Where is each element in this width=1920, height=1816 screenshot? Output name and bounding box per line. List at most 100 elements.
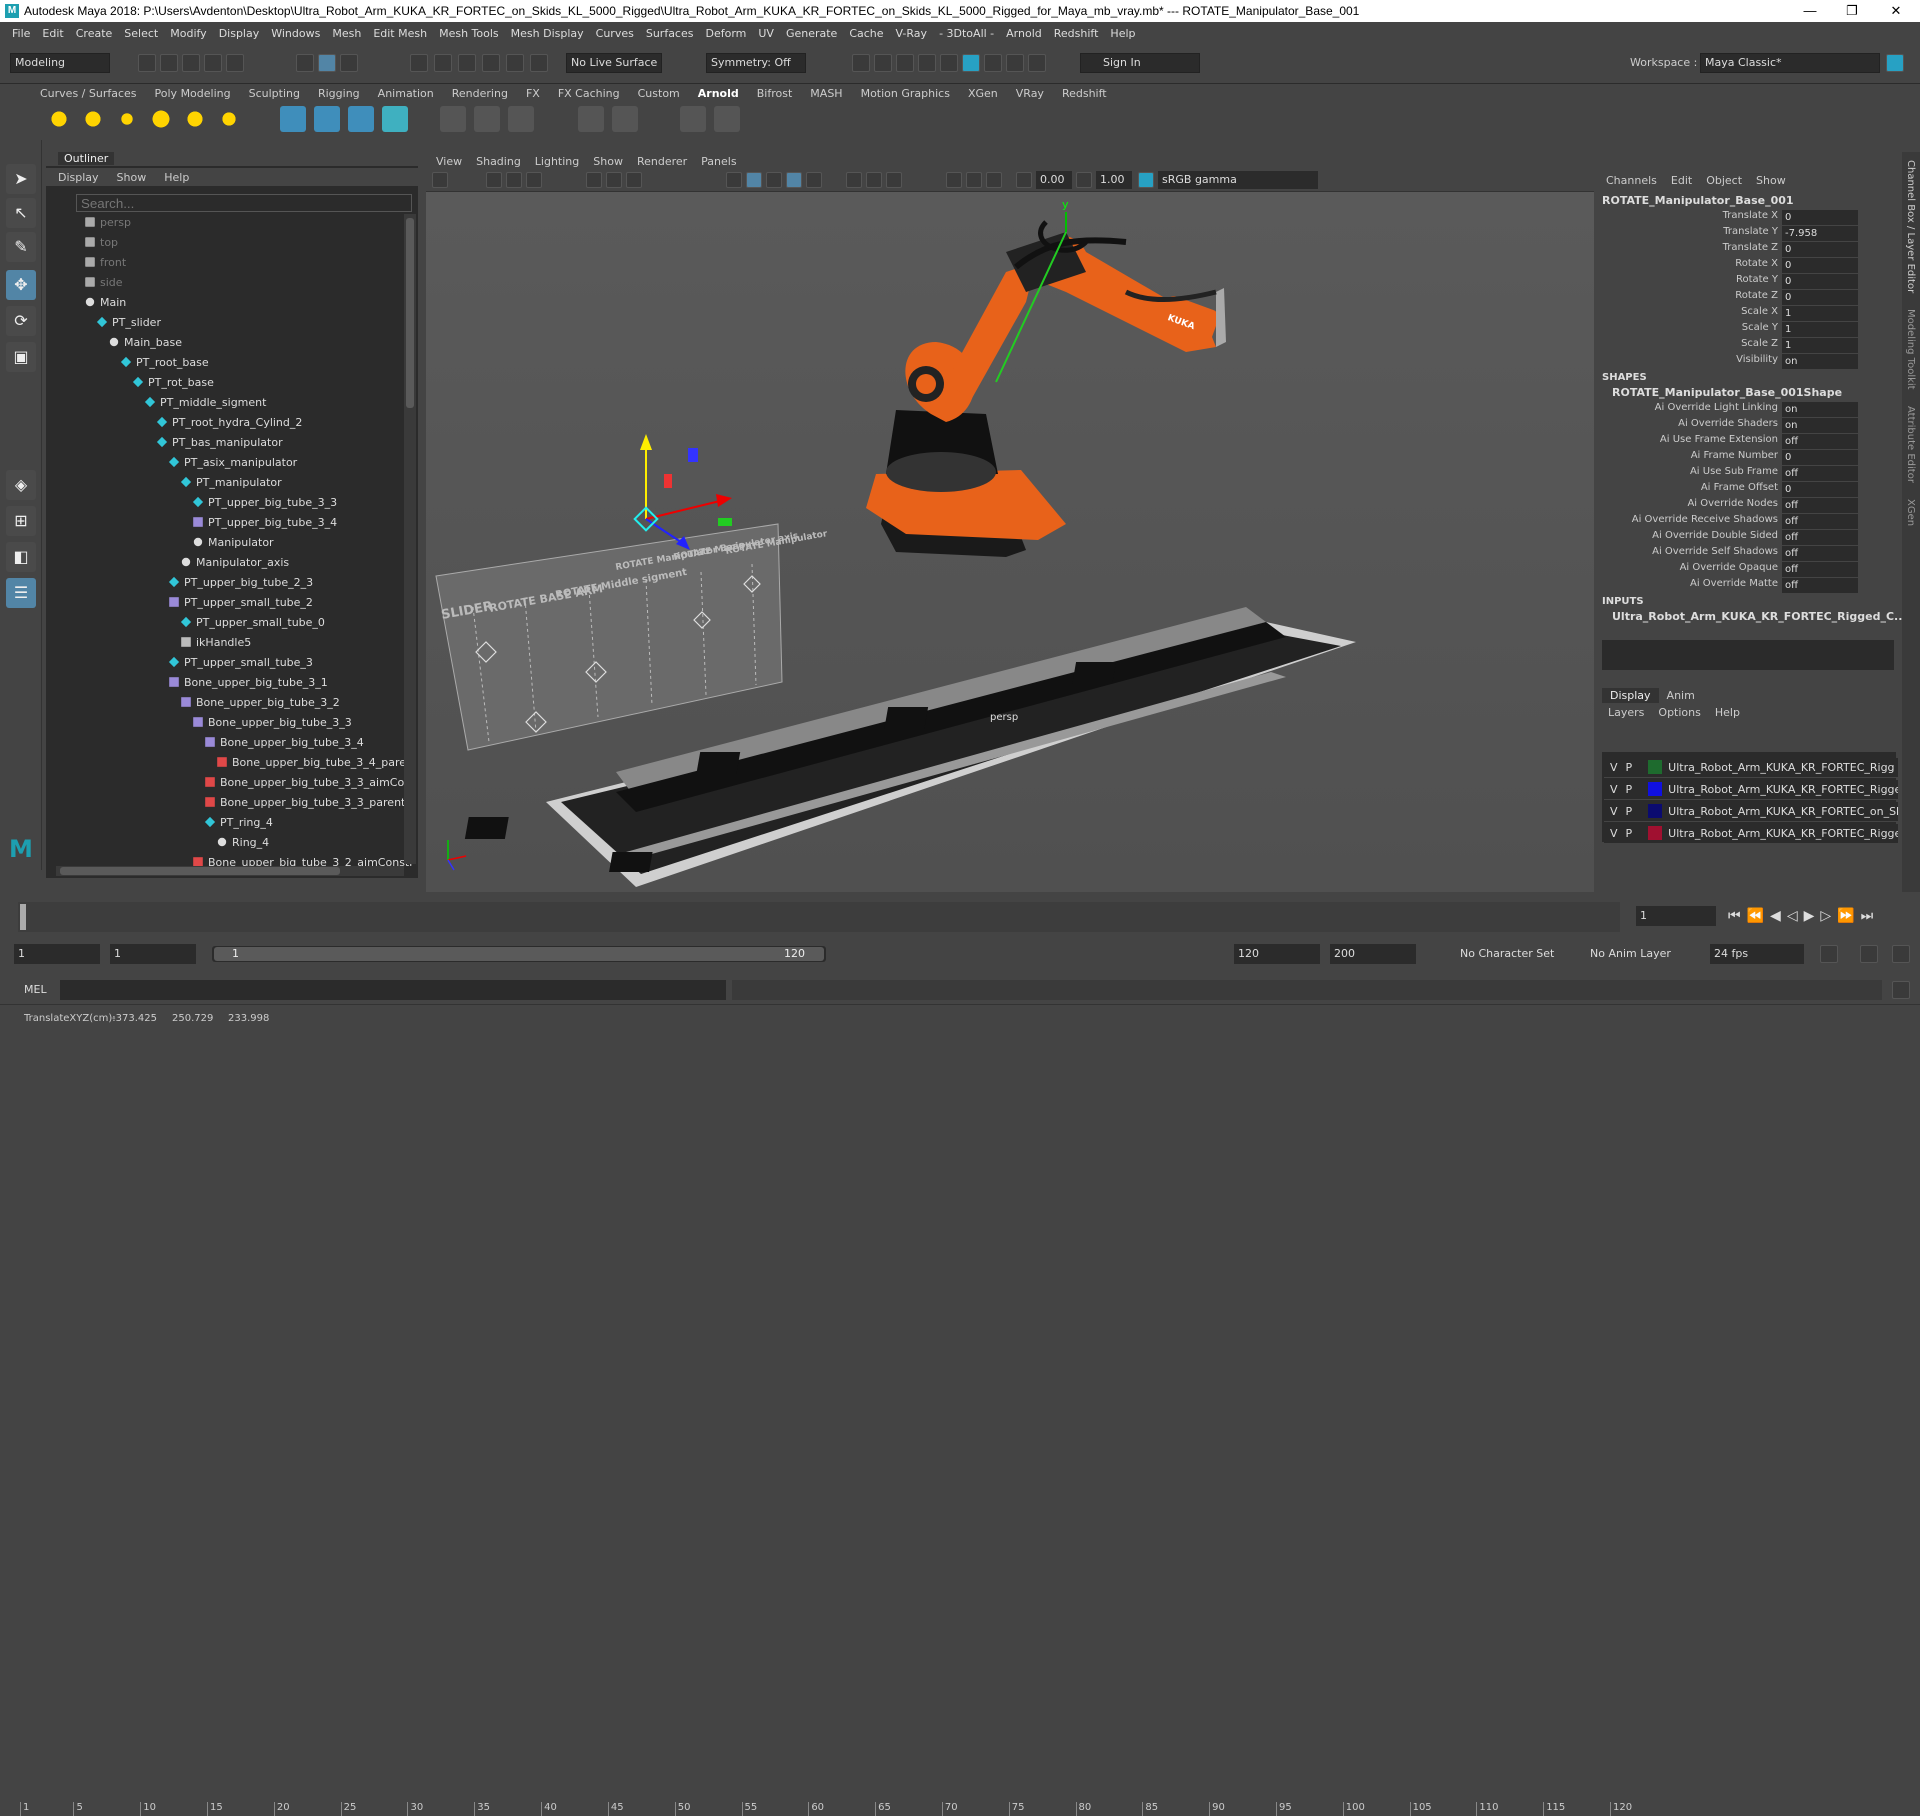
display-layer-row[interactable]: V P Ultra_Robot_Arm_KUKA_KR_FORTEC_Rigg xyxy=(1604,758,1898,778)
layer-tab-anim[interactable]: Anim xyxy=(1659,688,1703,703)
layer-tab-display[interactable]: Display xyxy=(1602,688,1659,703)
shelf-tab-sculpting[interactable]: Sculpting xyxy=(249,87,300,100)
menu-generate[interactable]: Generate xyxy=(786,27,837,40)
outliner-item[interactable]: top xyxy=(84,234,118,252)
ambient-occlusion-icon[interactable] xyxy=(866,172,882,188)
vp-menu-renderer[interactable]: Renderer xyxy=(637,155,687,168)
menu-mesh[interactable]: Mesh xyxy=(332,27,361,40)
step-back-frame-icon[interactable]: ◀ xyxy=(1770,908,1787,924)
shelf-tab-custom[interactable]: Custom xyxy=(638,87,680,100)
wireframe-on-shaded-icon[interactable] xyxy=(766,172,782,188)
arnold-physical-sky-icon[interactable] xyxy=(216,106,242,132)
arnold-render-view-icon[interactable] xyxy=(680,106,706,132)
arnold-shader-icon[interactable] xyxy=(612,106,638,132)
vray-settings-icon[interactable] xyxy=(1006,54,1024,72)
channel-value[interactable]: off xyxy=(1782,514,1858,529)
shelf-tab-xgen[interactable]: XGen xyxy=(968,87,998,100)
display-layer-row[interactable]: V P Ultra_Robot_Arm_KUKA_KR_FORTEC_Rigged_… xyxy=(1604,780,1898,800)
scale-tool-icon[interactable]: ▣ xyxy=(6,342,36,372)
layer-visibility-toggle[interactable]: V xyxy=(1610,805,1618,818)
channel-value[interactable]: 0 xyxy=(1782,258,1858,273)
side-tab-modeling-toolkit[interactable]: Modeling Toolkit xyxy=(1905,309,1916,390)
outliner-item[interactable]: Manipulator_axis xyxy=(180,554,289,572)
channel-value[interactable]: 0 xyxy=(1782,290,1858,305)
cmd-language[interactable]: MEL xyxy=(24,983,47,996)
time-slider-track[interactable] xyxy=(18,902,1620,932)
isolate-select-icon[interactable] xyxy=(946,172,962,188)
outliner-item[interactable]: PT_middle_sigment xyxy=(144,394,266,412)
snap-view-icon[interactable] xyxy=(530,54,548,72)
channel-value[interactable]: 1 xyxy=(1782,306,1858,321)
menu-3dtoall[interactable]: - 3DtoAll - xyxy=(939,27,994,40)
viewport-persp[interactable]: SLIDER ROTATE BASE ARM ROTATE Middle sig… xyxy=(426,152,1594,892)
layer-playback-toggle[interactable]: P xyxy=(1626,805,1633,818)
outliner-item[interactable]: front xyxy=(84,254,126,272)
play-forward-icon[interactable]: ▶ xyxy=(1804,908,1821,924)
outliner-item[interactable]: Bone_upper_big_tube_3_2 xyxy=(180,694,340,712)
outliner-item[interactable]: Ring_4 xyxy=(216,834,269,852)
textured-icon[interactable] xyxy=(786,172,802,188)
shelf-tab-poly[interactable]: Poly Modeling xyxy=(155,87,231,100)
channel-value[interactable]: 0 xyxy=(1782,274,1858,289)
channel-value[interactable]: 1 xyxy=(1782,322,1858,337)
channel-label[interactable]: Scale Z xyxy=(1741,338,1778,349)
gamma-icon[interactable] xyxy=(1076,172,1092,188)
outliner-item[interactable]: PT_upper_small_tube_3 xyxy=(168,654,313,672)
anim-prefs-icon[interactable] xyxy=(1892,945,1910,963)
display-layer-row[interactable]: V P Ultra_Robot_Arm_KUKA_KR_FORTEC_Rigged xyxy=(1604,824,1898,844)
arnold-volume-icon[interactable] xyxy=(314,106,340,132)
arnold-mesh-light-icon[interactable] xyxy=(182,106,208,132)
cb-menu-edit[interactable]: Edit xyxy=(1671,174,1692,187)
shape-name[interactable]: ROTATE_Manipulator_Base_001Shape xyxy=(1612,386,1842,399)
outliner-menu-display[interactable]: Display xyxy=(58,171,99,184)
outliner-item[interactable]: ikHandle5 xyxy=(180,634,251,652)
channel-label[interactable]: Ai Override Nodes xyxy=(1687,498,1778,509)
channel-label[interactable]: Rotate Z xyxy=(1735,290,1778,301)
outliner-item[interactable]: PT_manipulator xyxy=(180,474,282,492)
shelf-tab-animation[interactable]: Animation xyxy=(378,87,434,100)
side-tab-attribute-editor[interactable]: Attribute Editor xyxy=(1905,406,1916,483)
menu-redshift[interactable]: Redshift xyxy=(1054,27,1099,40)
layer-color-swatch[interactable] xyxy=(1648,804,1663,818)
layer-playback-toggle[interactable]: P xyxy=(1626,761,1633,774)
channel-label[interactable]: Rotate X xyxy=(1735,258,1778,269)
shelf-tab-rendering[interactable]: Rendering xyxy=(452,87,508,100)
outliner-layout-icon[interactable]: ☰ xyxy=(6,578,36,608)
channel-row[interactable]: Ai Override Receive Shadows off xyxy=(1598,514,1900,530)
hypershade-icon[interactable] xyxy=(940,54,958,72)
current-time-indicator[interactable] xyxy=(20,904,26,930)
select-camera-icon[interactable] xyxy=(432,172,448,188)
workspace-dropdown[interactable]: Maya Classic* xyxy=(1700,53,1880,73)
menu-cache[interactable]: Cache xyxy=(849,27,883,40)
start-time-field[interactable]: 1 xyxy=(14,944,100,964)
menu-mesh-display[interactable]: Mesh Display xyxy=(511,27,584,40)
live-surface-field[interactable]: No Live Surface xyxy=(566,53,662,73)
layer-name[interactable]: Ultra_Robot_Arm_KUKA_KR_FORTEC_on_Skids_ xyxy=(1668,805,1898,818)
vp-menu-show[interactable]: Show xyxy=(593,155,623,168)
shelf-tab-bifrost[interactable]: Bifrost xyxy=(757,87,793,100)
color-space-dropdown[interactable]: sRGB gamma xyxy=(1158,171,1318,189)
arnold-skydome-icon[interactable] xyxy=(148,106,174,132)
outliner-item[interactable]: PT_upper_small_tube_0 xyxy=(180,614,325,632)
outliner-item[interactable]: Bone_upper_big_tube_3_4_parer xyxy=(216,754,411,772)
channel-value[interactable]: on xyxy=(1782,418,1858,433)
menu-select[interactable]: Select xyxy=(124,27,158,40)
channel-row[interactable]: Ai Override Light Linking on xyxy=(1598,402,1900,418)
arnold-license-icon[interactable] xyxy=(508,106,534,132)
layer-visibility-toggle[interactable]: V xyxy=(1610,783,1618,796)
channel-row[interactable]: Translate Y -7.958 xyxy=(1598,226,1900,242)
arnold-export-icon[interactable] xyxy=(382,106,408,132)
new-scene-icon[interactable] xyxy=(138,54,156,72)
channel-row[interactable]: Ai Override Self Shadows off xyxy=(1598,546,1900,562)
channel-label[interactable]: Ai Frame Offset xyxy=(1701,482,1778,493)
side-tab-channel-box[interactable]: Channel Box / Layer Editor xyxy=(1905,160,1916,293)
outliner-h-scrollbar[interactable] xyxy=(56,866,404,876)
menu-modify[interactable]: Modify xyxy=(170,27,206,40)
channel-label[interactable]: Translate Y xyxy=(1723,226,1778,237)
move-tool-icon[interactable]: ✥ xyxy=(6,270,36,300)
channel-label[interactable]: Scale X xyxy=(1741,306,1778,317)
channel-row[interactable]: Visibility on xyxy=(1598,354,1900,370)
playback-end-field[interactable]: 120 xyxy=(1234,944,1320,964)
outliner-item[interactable]: Bone_upper_big_tube_3_4 xyxy=(204,734,364,752)
layer-color-swatch[interactable] xyxy=(1648,782,1663,796)
